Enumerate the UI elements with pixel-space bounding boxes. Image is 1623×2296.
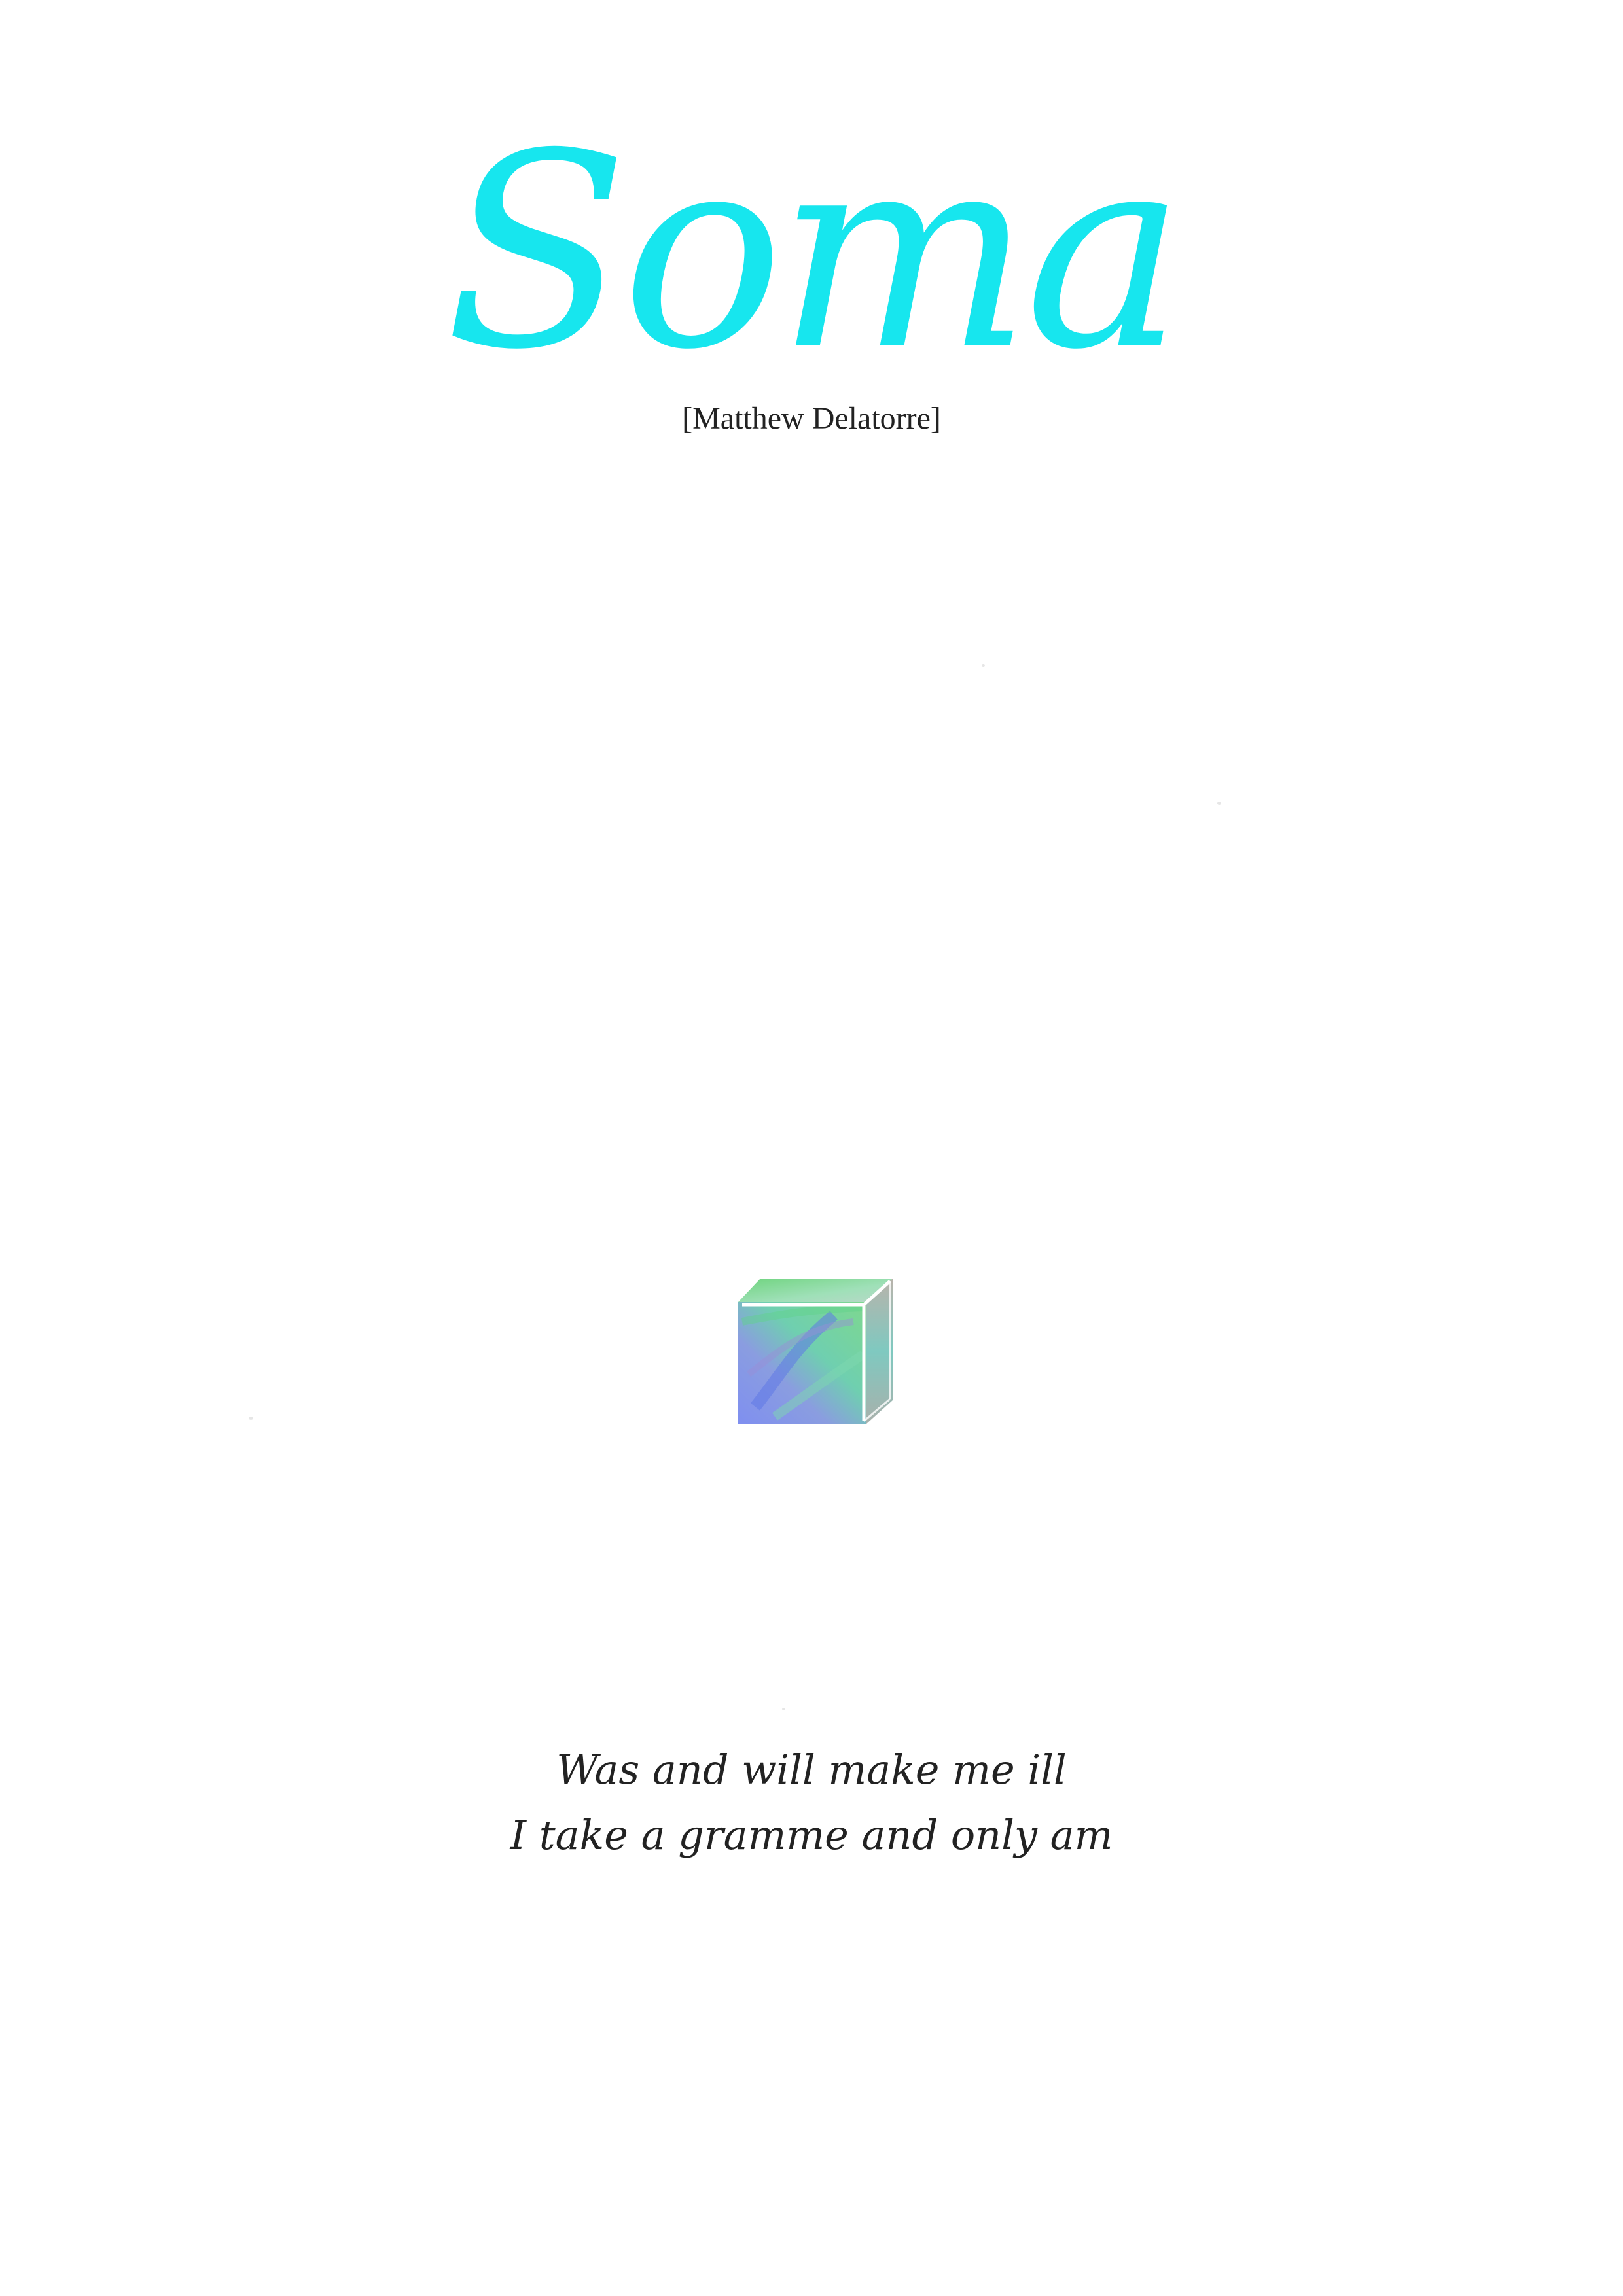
soma-cube-icon [736,1276,895,1426]
paper-speck [982,664,985,667]
paper-speck [782,1708,785,1710]
page-title: Soma [444,96,1185,408]
poem-line: Was and will make me ill [556,1746,1067,1793]
paper-speck [249,1417,253,1420]
author-name: [Matthew Delatorre] [682,401,941,436]
poem-line: I take a gramme and only am [510,1811,1113,1859]
cube-illustration [738,1279,893,1424]
document-page: Soma [Matthew Delatorre] Was and will ma… [0,0,1623,2296]
paper-speck [1217,802,1221,805]
poem: Was and will make me ill I take a gramme… [0,1737,1623,1868]
